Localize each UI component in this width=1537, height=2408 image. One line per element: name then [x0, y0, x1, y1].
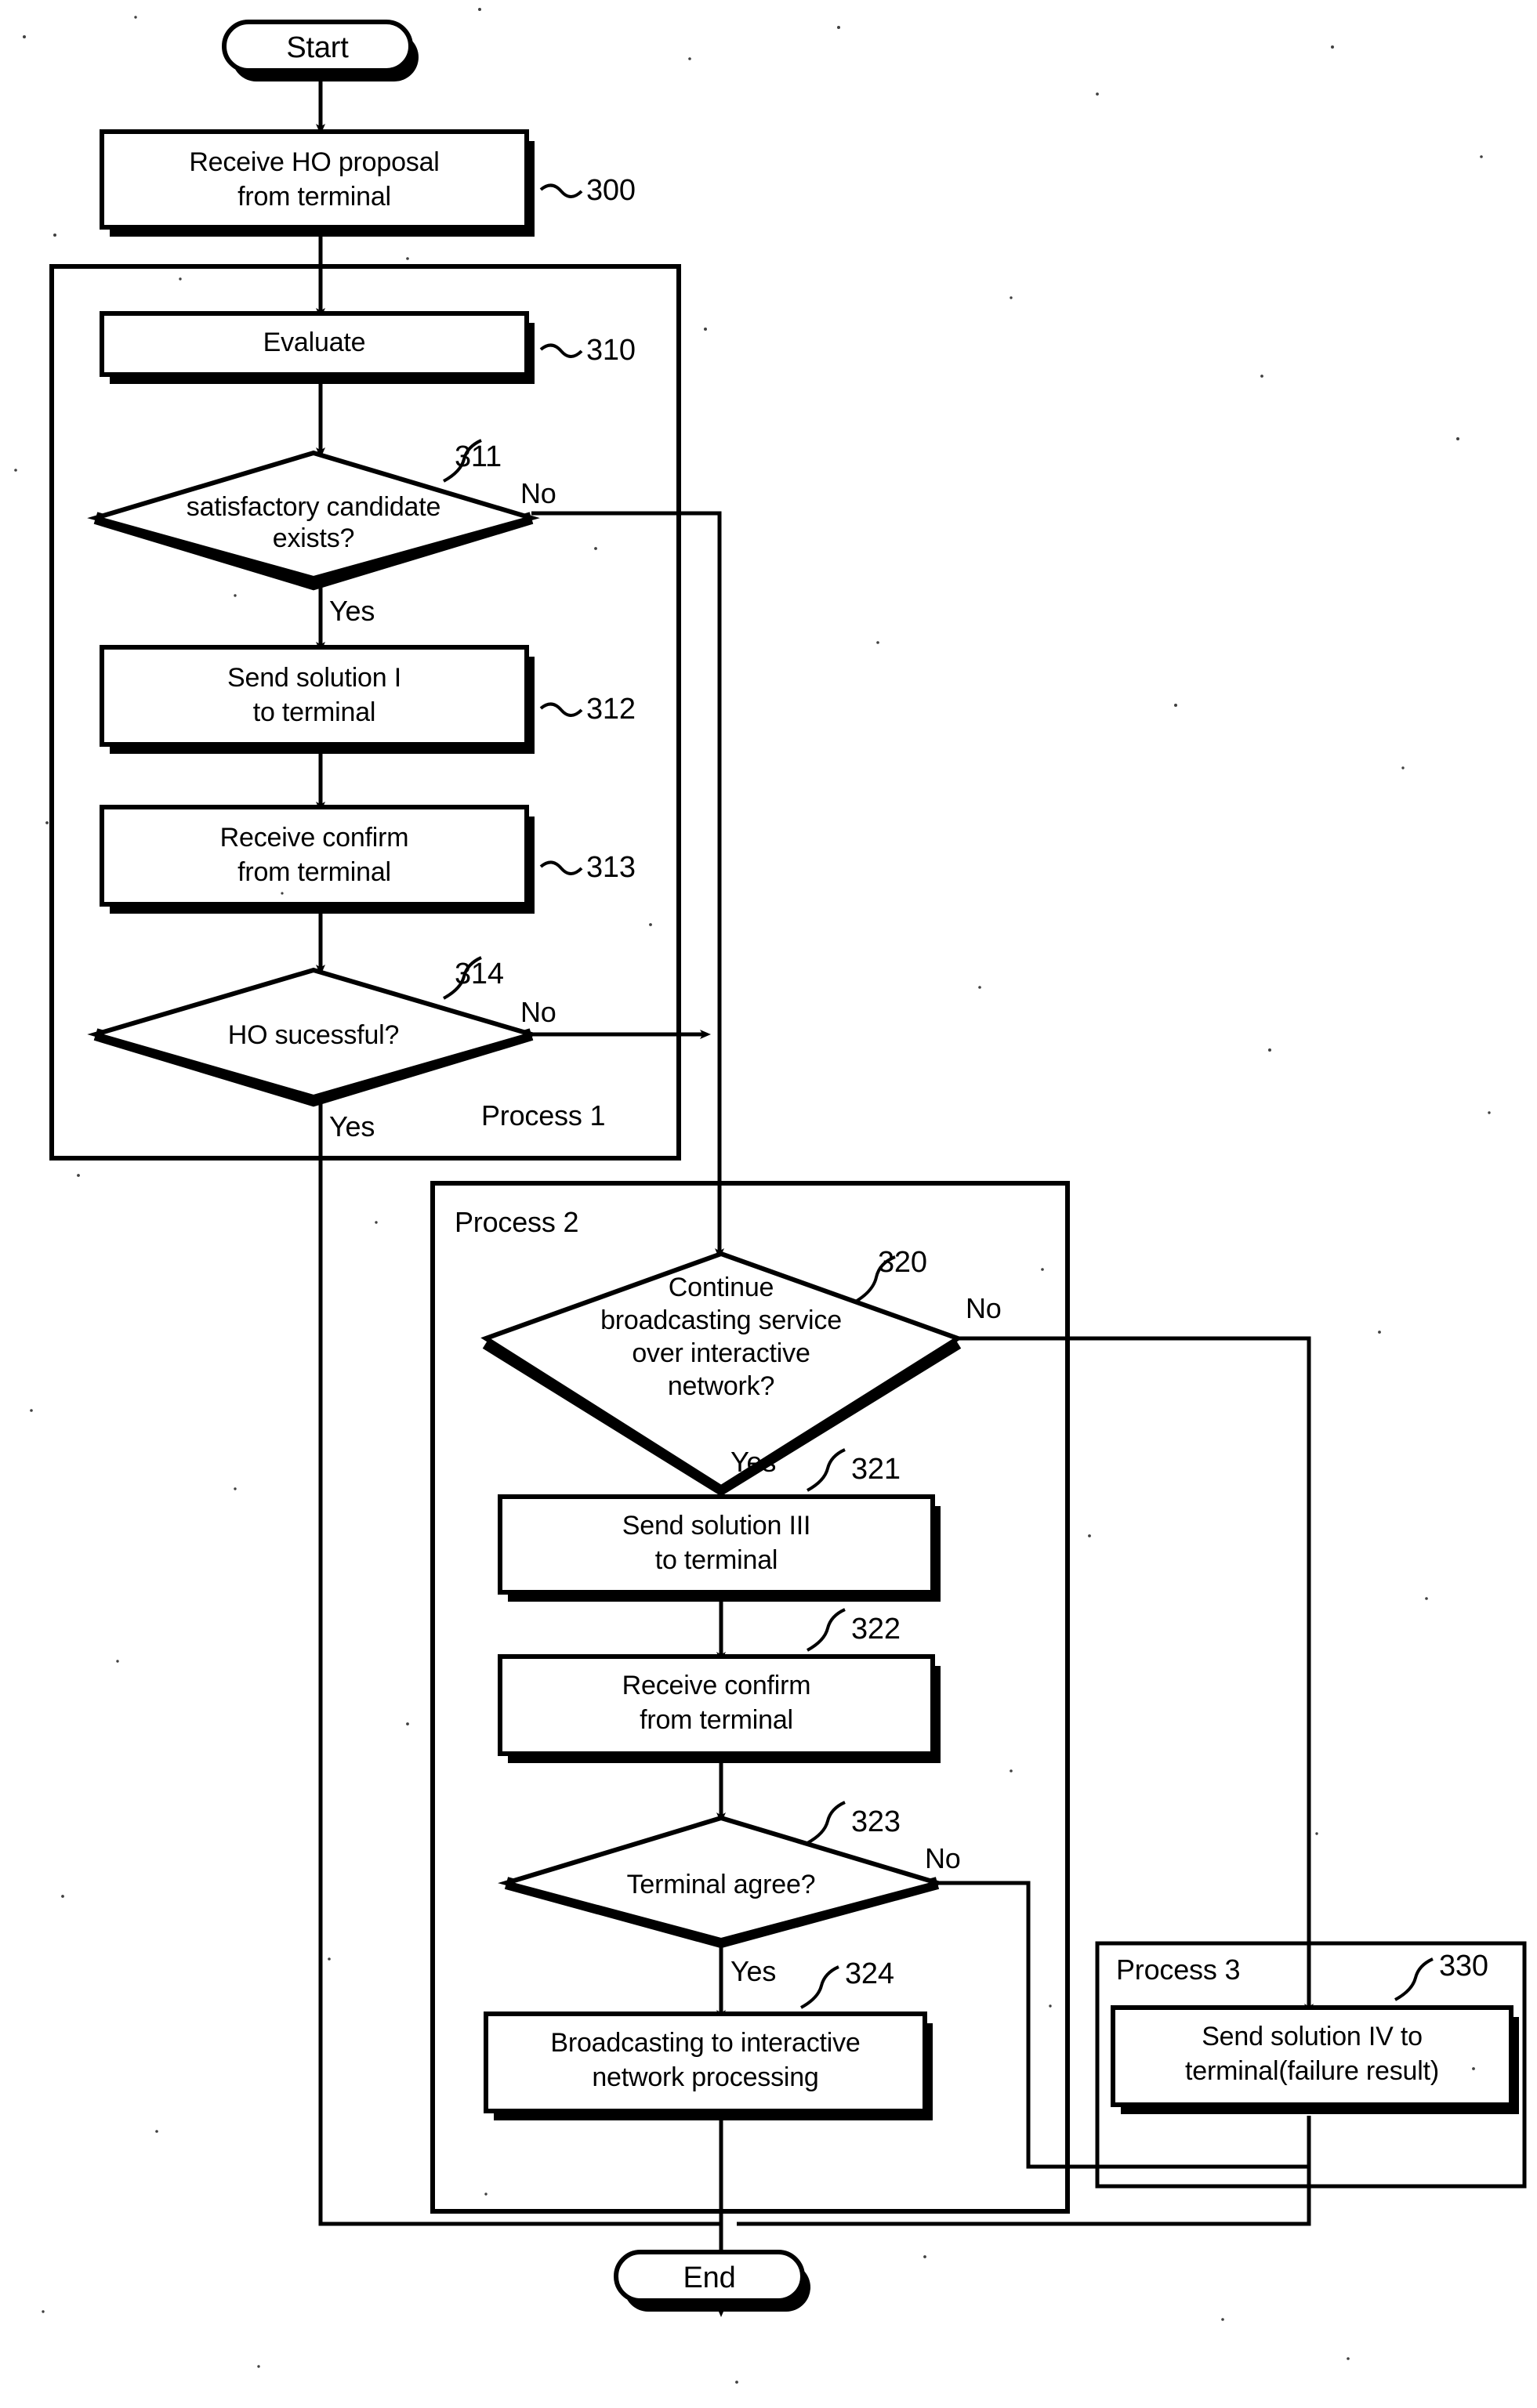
- node-321-line-1: Send solution III: [622, 1511, 811, 1541]
- node-311-line-1: satisfactory candidate: [186, 492, 441, 522]
- node-314-line-1: HO sucessful?: [227, 1020, 400, 1050]
- node-330-line-1: Send solution IV to: [1202, 2022, 1423, 2051]
- node-322-line-2: from terminal: [640, 1705, 793, 1735]
- node-312-line-1: Send solution I: [227, 663, 401, 693]
- flowchart-page: Start End Receive HO proposal from termi…: [0, 0, 1537, 2408]
- node-311-line-2: exists?: [272, 523, 355, 553]
- node-323-ref: 323: [851, 1805, 901, 1838]
- group-process-2-label: Process 2: [455, 1206, 579, 1238]
- branch-314-yes: Yes: [329, 1110, 375, 1142]
- node-start-label: Start: [286, 31, 349, 64]
- node-313-ref: 313: [586, 851, 636, 884]
- node-300-line-2: from terminal: [237, 182, 391, 212]
- node-321-ref: 321: [851, 1453, 901, 1486]
- node-330-line-2: terminal(failure result): [1185, 2056, 1439, 2086]
- node-322-line-1: Receive confirm: [622, 1671, 811, 1700]
- node-321-line-2: to terminal: [654, 1545, 778, 1575]
- node-312-line-2: to terminal: [252, 697, 376, 727]
- node-310-ref: 310: [586, 334, 636, 367]
- node-312: [100, 645, 529, 747]
- node-300-line-1: Receive HO proposal: [189, 147, 440, 177]
- node-322-ref: 322: [851, 1613, 901, 1646]
- group-process-1-label: Process 1: [481, 1099, 606, 1132]
- branch-311-yes: Yes: [329, 595, 375, 627]
- node-312-ref: 312: [586, 693, 636, 726]
- node-324-line-2: network processing: [592, 2062, 819, 2092]
- branch-320-yes: Yes: [730, 1446, 777, 1478]
- node-311-ref: 311: [455, 440, 502, 473]
- node-313-line-2: from terminal: [237, 857, 391, 887]
- node-314-ref: 314: [455, 958, 504, 990]
- branch-311-no: No: [520, 477, 556, 509]
- node-300: [100, 129, 529, 230]
- node-end-label: End: [683, 2261, 736, 2294]
- branch-323-yes: Yes: [730, 1955, 777, 1987]
- node-313-line-1: Receive confirm: [219, 823, 409, 853]
- group-process-3-label: Process 3: [1116, 1954, 1241, 1986]
- node-320-line-4: network?: [667, 1371, 775, 1401]
- node-310-line-1: Evaluate: [263, 328, 366, 357]
- node-320-line-3: over interactive: [632, 1338, 810, 1368]
- node-320-line-2: broadcasting service: [600, 1305, 842, 1335]
- node-320-ref: 320: [878, 1246, 927, 1279]
- node-330-ref: 330: [1439, 1950, 1488, 1983]
- node-324-ref: 324: [845, 1957, 894, 1990]
- node-300-ref: 300: [586, 174, 636, 207]
- branch-314-no: No: [520, 996, 556, 1028]
- node-324-line-1: Broadcasting to interactive: [550, 2028, 861, 2058]
- branch-320-no: No: [966, 1292, 1002, 1324]
- node-323-line-1: Terminal agree?: [626, 1870, 816, 1899]
- node-320-line-1: Continue: [668, 1273, 774, 1302]
- branch-323-no: No: [925, 1842, 961, 1874]
- node-313: [100, 805, 529, 907]
